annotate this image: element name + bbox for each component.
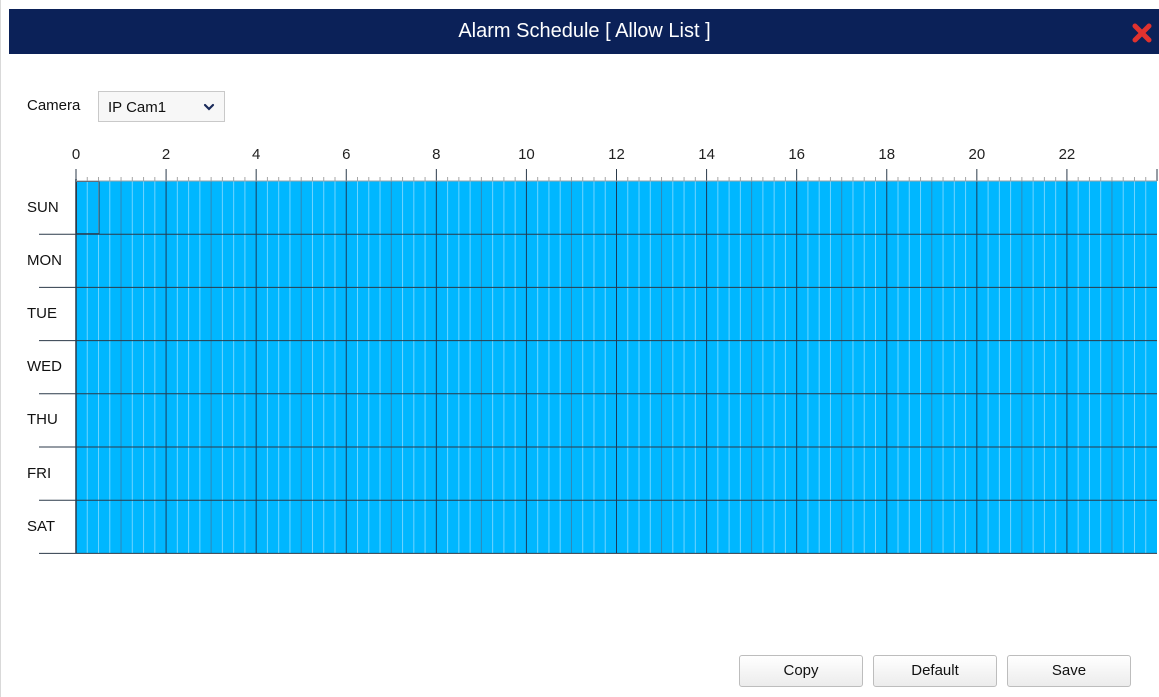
alarm-schedule-dialog: Alarm Schedule [ Allow List ] Camera IP … xyxy=(0,0,1159,697)
copy-button[interactable]: Copy xyxy=(739,655,863,687)
save-button[interactable]: Save xyxy=(1007,655,1131,687)
schedule-grid[interactable] xyxy=(1,0,1159,697)
default-button[interactable]: Default xyxy=(873,655,997,687)
